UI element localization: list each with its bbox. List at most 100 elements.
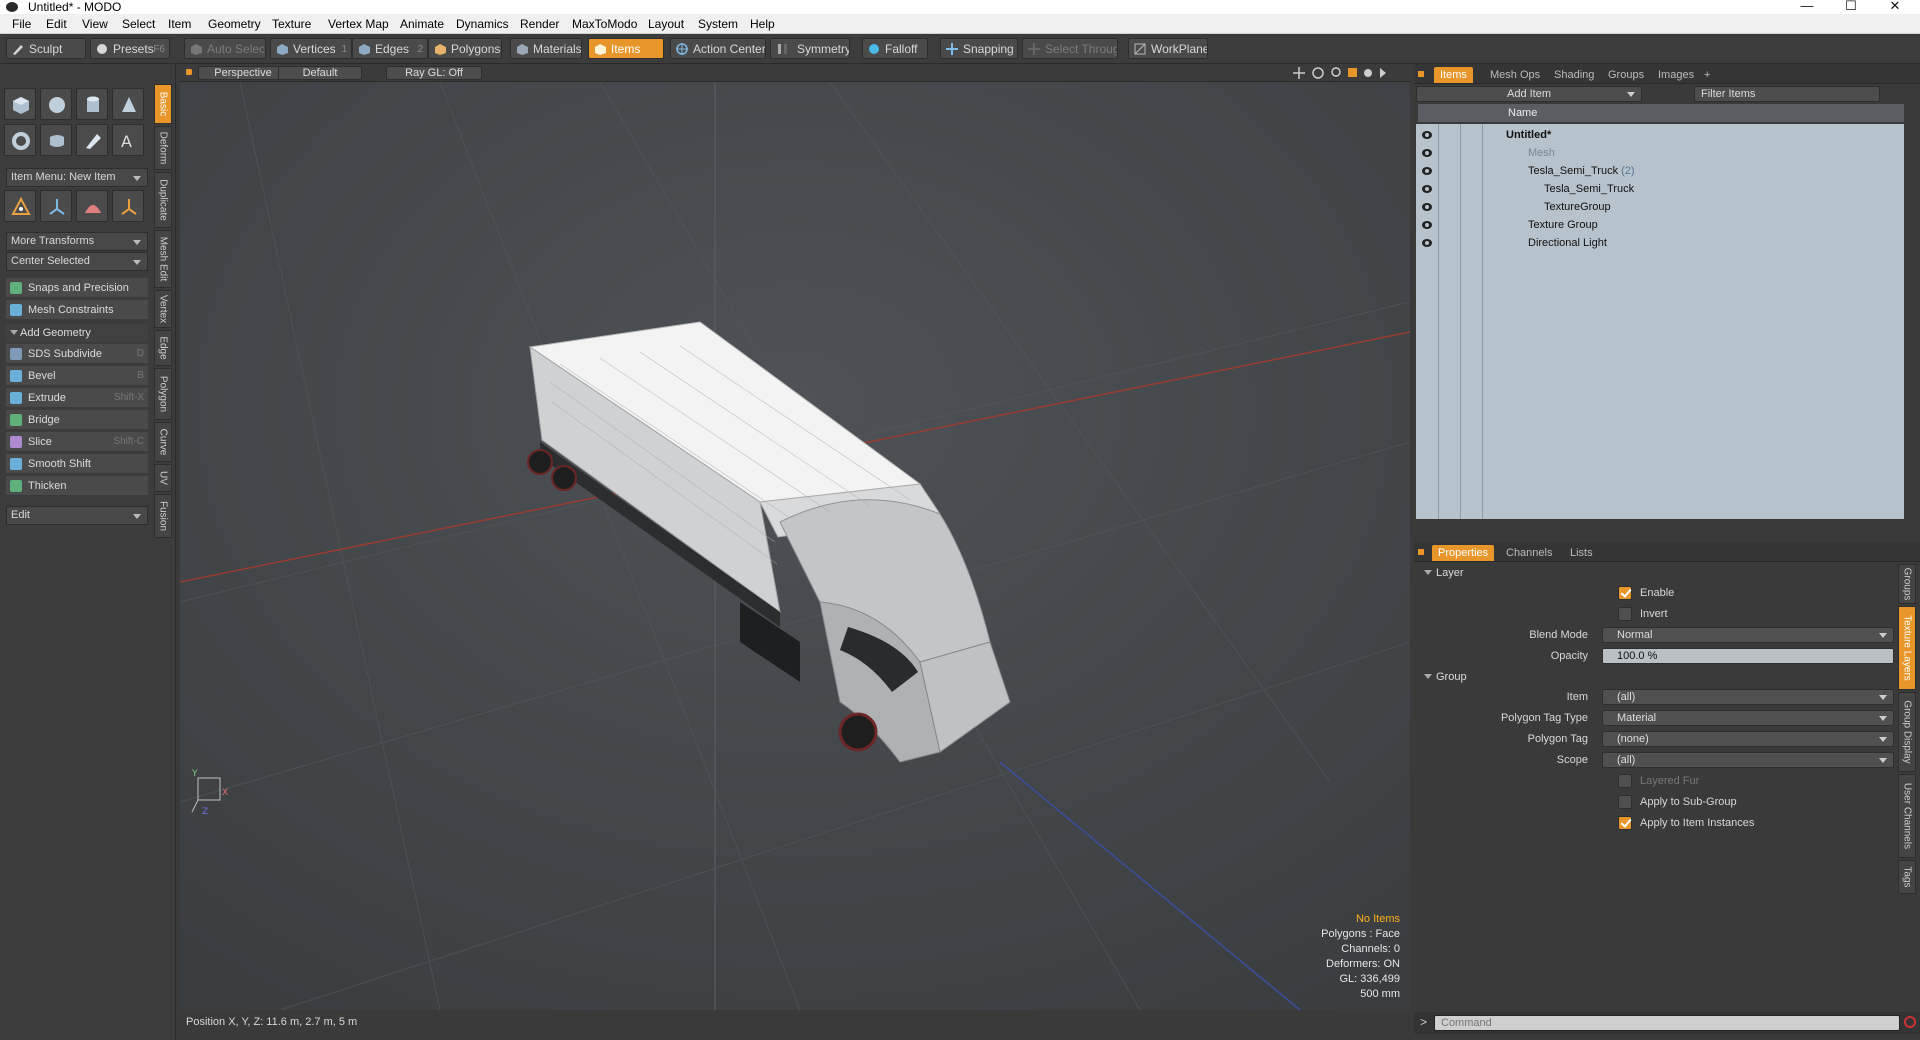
menu-view[interactable]: View — [82, 17, 108, 31]
perspective-dropdown[interactable]: Perspective — [198, 66, 288, 80]
cylinder-primitive-button[interactable] — [76, 88, 108, 120]
workplane-button[interactable]: WorkPlane — [1128, 38, 1208, 59]
tree-row-group[interactable]: Tesla_Semi_Truck (2) — [1416, 162, 1904, 180]
sculpt-button[interactable]: Sculpt — [6, 38, 86, 59]
tab-lists[interactable]: Lists — [1564, 545, 1599, 561]
text-primitive-button[interactable]: A — [112, 124, 144, 156]
raygl-toggle[interactable]: Ray GL: Off — [386, 66, 482, 80]
3d-viewport[interactable]: Y X Z No Items Polygons : Face Channels:… — [180, 82, 1410, 1010]
viewport-menu-icon[interactable] — [186, 69, 192, 75]
menu-render[interactable]: Render — [520, 17, 559, 31]
extrude-button[interactable]: Extrude Shift-X — [6, 388, 148, 408]
add-geometry-header[interactable]: Add Geometry — [6, 324, 148, 342]
sphere-primitive-button[interactable] — [40, 88, 72, 120]
torus-primitive-button[interactable] — [4, 124, 36, 156]
layer-section-header[interactable]: Layer — [1418, 564, 1894, 582]
tab-items[interactable]: Items — [1434, 67, 1473, 83]
tab-tags[interactable]: Tags — [1898, 860, 1916, 894]
tab-polygon[interactable]: Polygon — [154, 368, 172, 420]
thicken-button[interactable]: Thicken — [6, 476, 148, 496]
cube-primitive-button[interactable] — [4, 88, 36, 120]
filter-items-input[interactable]: Filter Items — [1694, 86, 1880, 102]
more-transforms-dropdown[interactable]: More Transforms — [6, 232, 148, 251]
tab-channels[interactable]: Channels — [1500, 545, 1558, 561]
maximize-icon[interactable]: ☐ — [1828, 0, 1874, 14]
tab-mesh-ops[interactable]: Mesh Ops — [1484, 67, 1546, 83]
tab-properties[interactable]: Properties — [1432, 545, 1495, 561]
visibility-eye-icon[interactable] — [1422, 203, 1432, 211]
symmetry-button[interactable]: Symmetry — [770, 38, 850, 59]
item-select[interactable]: (all) — [1602, 689, 1894, 705]
tree-row-texturegroup[interactable]: TextureGroup — [1416, 198, 1904, 216]
tab-curve[interactable]: Curve — [154, 422, 172, 462]
tree-row-truck[interactable]: Tesla_Semi_Truck — [1416, 180, 1904, 198]
edit-dropdown[interactable]: Edit — [6, 506, 148, 525]
tree-row-texture-group[interactable]: Texture Group — [1416, 216, 1904, 234]
presets-button[interactable]: Presets F6 — [90, 38, 170, 59]
tab-edge[interactable]: Edge — [154, 330, 172, 366]
menu-file[interactable]: File — [12, 17, 31, 31]
layered-fur-checkbox[interactable] — [1618, 774, 1632, 788]
tab-deform[interactable]: Deform — [154, 126, 172, 170]
select-through-button[interactable]: Select Through — [1022, 38, 1118, 59]
menu-vertex-map[interactable]: Vertex Map — [328, 17, 389, 31]
apply-sub-group-checkbox[interactable] — [1618, 795, 1632, 809]
menu-layout[interactable]: Layout — [648, 17, 684, 31]
cone-primitive-button[interactable] — [112, 88, 144, 120]
edges-button[interactable]: Edges 2 — [352, 38, 428, 59]
scope-select[interactable]: (all) — [1602, 752, 1894, 768]
visibility-eye-icon[interactable] — [1422, 185, 1432, 193]
tab-groups[interactable]: Groups — [1602, 67, 1650, 83]
snaps-precision-button[interactable]: Snaps and Precision — [6, 278, 148, 298]
tree-row-light[interactable]: Directional Light — [1416, 234, 1904, 252]
visibility-eye-icon[interactable] — [1422, 239, 1432, 247]
move-tool-button[interactable] — [4, 190, 36, 222]
visibility-eye-icon[interactable] — [1422, 131, 1432, 139]
item-menu-dropdown[interactable]: Item Menu: New Item — [6, 168, 148, 187]
vertices-button[interactable]: Vertices 1 — [270, 38, 352, 59]
opacity-slider[interactable]: 100.0 % — [1602, 648, 1894, 664]
menu-select[interactable]: Select — [122, 17, 155, 31]
pen-primitive-button[interactable] — [76, 124, 108, 156]
tab-duplicate[interactable]: Duplicate — [154, 172, 172, 228]
visibility-eye-icon[interactable] — [1422, 149, 1432, 157]
record-icon[interactable] — [1904, 1016, 1916, 1028]
tab-uv[interactable]: UV — [154, 464, 172, 492]
tab-basic[interactable]: Basic — [154, 84, 172, 124]
minimize-icon[interactable]: — — [1784, 0, 1830, 14]
polygon-tag-select[interactable]: (none) — [1602, 731, 1894, 747]
slice-button[interactable]: Slice Shift-C — [6, 432, 148, 452]
bevel-button[interactable]: Bevel B — [6, 366, 148, 386]
add-tab-icon[interactable]: + — [1698, 67, 1716, 83]
panel-menu-icon[interactable] — [1418, 549, 1424, 555]
scale-tool-button[interactable] — [76, 190, 108, 222]
polygons-button[interactable]: Polygons — [428, 38, 502, 59]
materials-button[interactable]: Materials — [510, 38, 582, 59]
tree-row-mesh[interactable]: Mesh — [1416, 144, 1904, 162]
menu-texture[interactable]: Texture — [272, 17, 311, 31]
menu-edit[interactable]: Edit — [46, 17, 67, 31]
rotate-tool-button[interactable] — [40, 190, 72, 222]
invert-checkbox[interactable] — [1618, 607, 1632, 621]
panel-menu-icon[interactable] — [1418, 71, 1424, 77]
capsule-primitive-button[interactable] — [40, 124, 72, 156]
tab-group-display[interactable]: Group Display — [1898, 692, 1916, 772]
menu-item[interactable]: Item — [168, 17, 191, 31]
enable-checkbox[interactable] — [1618, 586, 1632, 600]
tab-groups-side[interactable]: Groups — [1898, 564, 1916, 604]
menu-help[interactable]: Help — [750, 17, 775, 31]
menu-dynamics[interactable]: Dynamics — [456, 17, 509, 31]
action-center-button[interactable]: Action Center — [670, 38, 766, 59]
command-input[interactable] — [1434, 1015, 1900, 1031]
group-section-header[interactable]: Group — [1418, 668, 1894, 686]
tab-shading[interactable]: Shading — [1548, 67, 1600, 83]
tab-images[interactable]: Images — [1652, 67, 1700, 83]
apply-instances-checkbox[interactable] — [1618, 816, 1632, 830]
tab-user-channels[interactable]: User Channels — [1898, 774, 1916, 858]
visibility-eye-icon[interactable] — [1422, 221, 1432, 229]
close-icon[interactable]: ✕ — [1872, 0, 1918, 14]
items-mode-button[interactable]: Items — [588, 38, 664, 59]
items-tree[interactable]: Untitled* Mesh Tesla_Semi_Truck (2) Tesl… — [1416, 124, 1904, 519]
transform-tool-button[interactable] — [112, 190, 144, 222]
tree-row-scene[interactable]: Untitled* — [1416, 126, 1904, 144]
